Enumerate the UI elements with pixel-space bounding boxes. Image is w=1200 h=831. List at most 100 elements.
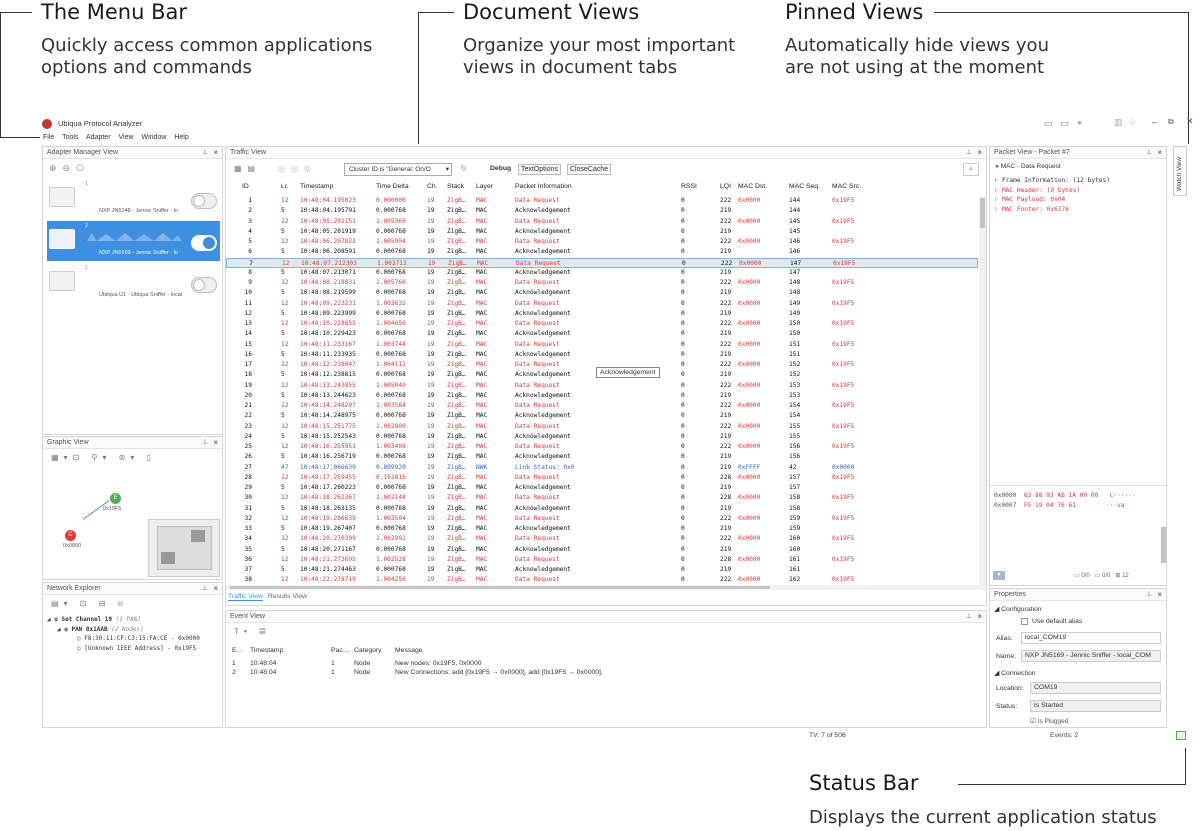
table-row[interactable]: 26 5 10:48:16.256719 0.000768 19 ZigB… MAC Ackn… [226,452,978,462]
hex-scrollbar[interactable] [1161,527,1166,563]
table-row[interactable]: 6 5 10:48:06.208591 0.000768 19 ZigB… MAC Ackno… [226,247,978,257]
close-icon[interactable]: ✕ [1186,116,1194,127]
adapter-device-2[interactable]: 2 NXP JN5169 - Jennic Sniffer - lo [47,221,220,261]
packet-line[interactable]: ⊦ Frame Information: (12 bytes) [995,176,1110,186]
col-lr[interactable]: Lr. [281,183,289,190]
packet-line[interactable]: ⊦ MAC Footer: 0x6176 [995,205,1110,215]
tree-item-node-2[interactable]: ○ [Unknown IEEE Address] - 0x19F5 [47,644,200,654]
section-connection[interactable]: ◢ Connection [994,669,1036,677]
packet-header[interactable]: ● MAC - Data Request [995,163,1061,170]
table-row[interactable]: 16 5 10:48:11.233935 0.000768 19 ZigB… MAC Ackn… [226,350,978,360]
table-row[interactable]: 4 5 10:48:05.201919 0.000768 19 ZigB… MAC Ackno… [226,227,978,237]
playback-icons[interactable]: ◎◎◎ [278,164,317,173]
menu-tools[interactable]: Tools [62,134,78,141]
close-cache-button[interactable]: CloseCache [567,164,612,175]
col-packet-info[interactable]: Packet Information [515,183,572,190]
close-panel-icon[interactable]: × [213,583,218,595]
layout-icons[interactable]: ▥♧ [1114,117,1143,128]
pin-icon[interactable]: ⊥ [1146,147,1152,159]
hex-line[interactable]: 0x0000 63 88 93 AB 1A 00 00 c······ [994,491,1136,501]
col-event-timestamp[interactable]: Timestamp [250,647,283,654]
table-row[interactable]: 27 47 10:48:17.066639 0.809920 19 ZigB… NWK Lin… [226,463,978,473]
table-row[interactable]: 30 12 10:48:18.262367 1.002144 19 ZigB… MAC Dat… [226,493,978,503]
close-panel-icon[interactable]: × [213,147,218,159]
watch-view-tab[interactable]: Watch View [1173,146,1187,196]
col-mac-dst[interactable]: MAC Dst. [738,183,767,190]
pin-icon[interactable]: ⊥ [202,437,208,449]
tree-item-node-1[interactable]: ○ F8:30:11:CF:C3:15:FA:CE - 0x0000 [47,634,200,644]
table-row[interactable]: 8 5 10:48:07.213071 0.000768 19 ZigB… MAC Ackno… [226,268,978,278]
menu-window[interactable]: Window [142,134,167,141]
table-row[interactable]: 21 12 10:48:14.248207 1.003584 19 ZigB… MAC Dat… [226,401,978,411]
device-toggle[interactable] [191,193,217,209]
pin-icon[interactable]: ⊥ [202,147,208,159]
status-adapter-icon[interactable] [1176,731,1186,740]
traffic-toolbar-icons[interactable]: ▦▤ [234,164,261,173]
packet-line[interactable]: ⊦ MAC Payload: 0x04 [995,195,1110,205]
table-row[interactable]: 31 5 10:48:18.263135 0.000768 19 ZigB… MAC Ackn… [226,504,978,514]
tree-item-channel[interactable]: ◢ ◍ Set Channel 19 (1 PAN) [47,615,200,625]
col-timestamp[interactable]: Timestamp [300,183,333,190]
restore-icon[interactable]: ⧉ [1168,117,1174,127]
alias-input[interactable]: local_COM19 [1021,632,1161,644]
table-row[interactable]: 20 5 10:48:13.244623 0.000768 19 ZigB… MAC Ackn… [226,391,978,401]
pin-icon[interactable]: ⊥ [1146,589,1152,601]
table-row[interactable]: 14 5 10:48:10.229423 0.000768 19 ZigB… MAC Ackn… [226,329,978,339]
table-row[interactable]: 5 12 10:48:06.207823 1.005904 19 ZigB… MAC Data… [226,237,978,247]
table-row[interactable]: 12 5 10:48:09.223999 0.000768 19 ZigB… MAC Ackn… [226,309,978,319]
col-event-id[interactable]: E… [232,647,243,654]
close-panel-icon[interactable]: × [1157,589,1162,601]
tab-traffic-view[interactable]: Traffic View [228,593,264,601]
device-toggle[interactable] [191,277,217,293]
table-row[interactable]: 35 5 10:48:20.271167 0.000768 19 ZigB… MAC Ackn… [226,545,978,555]
close-panel-icon[interactable]: × [977,611,982,623]
col-event-category[interactable]: Category [354,647,382,654]
table-row[interactable]: 37 5 10:48:21.274463 0.000768 19 ZigB… MAC Ackn… [226,565,978,575]
menu-adapter[interactable]: Adapter [86,134,111,141]
table-row[interactable]: 15 12 10:48:11.233167 1.003744 19 ZigB… MAC Dat… [226,340,978,350]
menu-help[interactable]: Help [174,134,188,141]
close-panel-icon[interactable]: × [213,437,218,449]
graphic-toolbar-icons[interactable]: ▦▾⊡ ⚲▾ ⊚▾ ▯ [51,453,156,462]
event-row[interactable]: 1 10:48:04 1 Node New nodes: 0x19F5, 0x0… [230,660,980,669]
device-toggle[interactable] [191,235,217,251]
table-row[interactable]: 19 12 10:48:13.243855 1.005040 19 ZigB… MAC Dat… [226,381,978,391]
traffic-scrollbar[interactable] [979,196,986,585]
close-panel-icon[interactable]: × [977,147,982,159]
network-toolbar-icons[interactable]: ▤▾ ⊡ ⊟ ⍾ [51,599,128,609]
title-toolbar-icons[interactable]: ▭▭⌖ [1044,118,1090,129]
pin-icon[interactable]: ⊥ [966,147,972,159]
col-channel[interactable]: Ch. [427,183,438,190]
menu-file[interactable]: File [43,134,54,141]
col-event-message[interactable]: Message [395,647,423,654]
tree-item-pan[interactable]: ◢ ◍ PAN 0x1AAB (2 Nodes) [47,625,200,635]
table-row[interactable]: 29 5 10:48:17.260223 0.000768 19 ZigB… MAC Ackn… [226,483,978,493]
hex-line[interactable]: 0x0007 F5 19 04 76 61 ···va [994,501,1136,511]
is-plugged-checkbox[interactable]: ☑ Is Plugged [1030,717,1068,725]
table-row[interactable]: 11 12 10:48:09.223231 1.003632 19 ZigB… MAC Dat… [226,299,978,309]
table-row[interactable]: 23 12 10:48:15.251775 1.002800 19 ZigB… MAC Dat… [226,422,978,432]
table-row[interactable]: 33 5 10:48:19.267407 0.000768 19 ZigB… MAC Ackn… [226,524,978,534]
col-mac-seq[interactable]: MAC Seq. [789,183,820,190]
col-stack[interactable]: Stack [447,183,464,190]
close-panel-icon[interactable]: × [1157,147,1162,159]
col-rssi[interactable]: RSSI [681,183,697,190]
section-configuration[interactable]: ◢ Configuration [994,605,1042,613]
dropdown-icon[interactable]: ▾ [993,571,1005,580]
name-field[interactable]: NXP JN5169 - Jennic Sniffer - local_COM [1021,650,1161,662]
traffic-h-scrollbar[interactable] [226,585,986,590]
adapter-device-3[interactable]: 1 Ubilqua U1 - Ubiqua Sniffer - local [47,263,220,303]
default-alias-checkbox[interactable] [1021,618,1028,625]
table-row[interactable]: 36 12 10:48:21.273695 1.002528 19 ZigB… MAC Dat… [226,555,978,565]
filter-select[interactable]: Cluster ID is "General: On/O ▾ [344,163,452,176]
col-event-packet[interactable]: Pac… [331,647,350,654]
table-row[interactable]: 28 12 10:48:17.259455 0.192816 19 ZigB… MAC Dat… [226,473,978,483]
table-row[interactable]: 3 12 10:48:05.201151 1.005360 19 ZigB… MAC Data… [226,217,978,227]
table-row[interactable]: 22 5 10:48:14.248975 0.000768 19 ZigB… MAC Ackn… [226,411,978,421]
event-toolbar-icons[interactable]: ⍒▾ ▤ [234,627,270,637]
table-row[interactable]: 32 12 10:48:19.266639 1.003504 19 ZigB… MAC Dat… [226,514,978,524]
pin-icon[interactable]: ⊥ [966,611,972,623]
table-row[interactable]: 1 12 10:48:04.195023 0.000000 19 ZigB… MAC Data… [226,196,978,206]
node-e[interactable]: E [110,493,121,504]
adapter-device-1[interactable]: 1 NXP JN5148 - Jennic Sniffer - lo [47,179,220,219]
